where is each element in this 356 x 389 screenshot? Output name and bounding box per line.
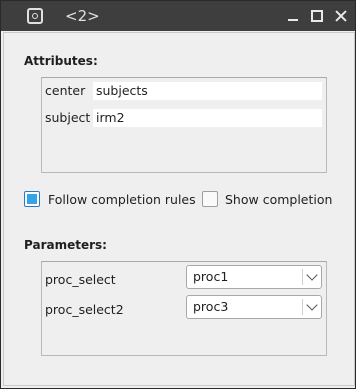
close-icon: [331, 6, 351, 26]
attribute-label-center: center: [45, 83, 86, 98]
parameter-label-proc-select2: proc_select2: [45, 302, 124, 317]
proc-select2-value: proc3: [193, 299, 229, 314]
attributes-group: center subjects subject irm2: [41, 77, 327, 173]
attribute-value-subject[interactable]: irm2: [92, 108, 323, 128]
attribute-value-center[interactable]: subjects: [92, 81, 323, 101]
dialog-window: <2> Attributes: center subjects subject …: [0, 0, 356, 389]
show-completion-label[interactable]: Show completion: [225, 192, 332, 207]
dialog-content: Attributes: center subjects subject irm2…: [3, 32, 355, 386]
follow-completion-label[interactable]: Follow completion rules: [48, 192, 196, 207]
title-bar[interactable]: <2>: [1, 1, 355, 31]
window-title: <2>: [65, 7, 100, 25]
parameters-group: proc_select proc1 proc_select2 proc3: [41, 261, 327, 356]
parameter-label-proc-select: proc_select: [45, 272, 116, 287]
maximize-button[interactable]: [307, 6, 327, 26]
maximize-icon: [311, 10, 323, 22]
show-completion-checkbox[interactable]: [202, 191, 218, 207]
dropdown-separator: [302, 299, 303, 315]
proc-select2-dropdown[interactable]: proc3: [186, 295, 322, 319]
chevron-down-icon: [306, 299, 318, 311]
attributes-heading: Attributes:: [24, 54, 98, 68]
proc-select-value: proc1: [193, 269, 229, 284]
parameters-heading: Parameters:: [24, 238, 107, 252]
minimize-icon: [288, 19, 298, 21]
attribute-label-subject: subject: [45, 110, 91, 125]
app-icon[interactable]: [27, 8, 43, 24]
proc-select-dropdown[interactable]: proc1: [186, 265, 322, 289]
dropdown-separator: [302, 269, 303, 285]
chevron-down-icon: [306, 269, 318, 281]
follow-completion-checkbox[interactable]: [24, 191, 40, 207]
close-button[interactable]: [331, 6, 351, 26]
minimize-button[interactable]: [283, 6, 303, 26]
